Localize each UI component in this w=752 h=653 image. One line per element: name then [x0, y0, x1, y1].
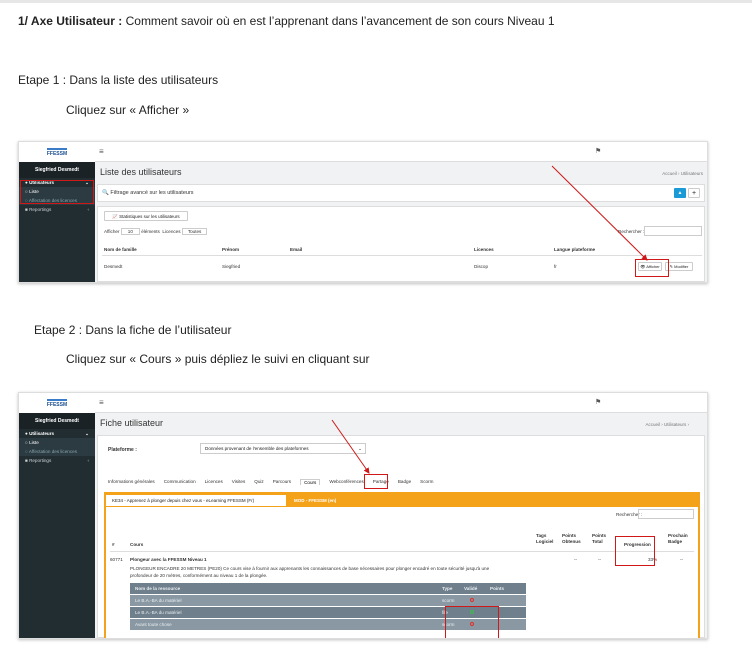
arrow-annotation [551, 165, 648, 261]
top-rule [0, 0, 752, 3]
step1-title: Etape 1 : Dans la liste des utilisateurs [18, 73, 219, 87]
intro-heading: 1/ Axe Utilisateur : Comment savoir où e… [18, 14, 555, 28]
screenshot-user-sheet: FFESSM Siegfried Desmedt ● Utilisateurs ⌄… [18, 392, 708, 639]
step2-title: Etape 2 : Dans la fiche de l’utilisateur [34, 323, 232, 337]
step2-instruction: Cliquez sur « Cours » puis dépliez le su… [66, 352, 370, 366]
step1-instruction: Cliquez sur « Afficher » [66, 103, 190, 117]
arrow-annotation-2 [331, 419, 370, 474]
screenshot-user-list: FFESSM Siegfried Desmedt ● Utilisateurs ⌄… [18, 141, 708, 283]
